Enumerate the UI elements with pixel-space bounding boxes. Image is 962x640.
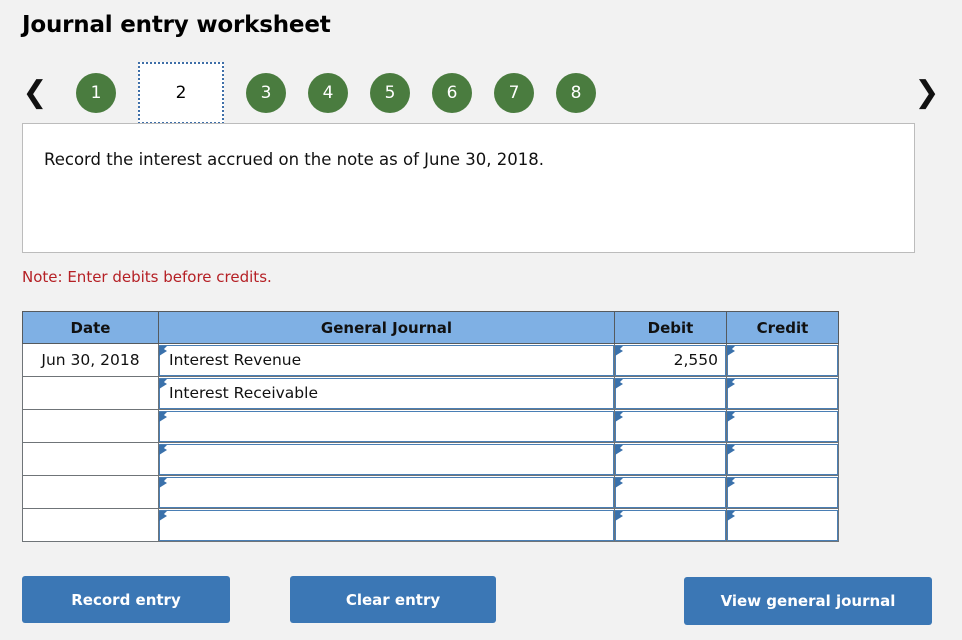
table-row [23,509,839,542]
debit-cell[interactable] [615,443,727,476]
worksheet-tab-6[interactable]: 6 [432,73,472,113]
date-cell[interactable] [23,509,159,542]
table-row [23,410,839,443]
date-cell[interactable] [23,410,159,443]
worksheet-tab-8[interactable]: 8 [556,73,596,113]
cell-marker-icon [728,478,735,492]
cell-marker-icon [616,511,623,525]
page-title: Journal entry worksheet [22,12,331,38]
account-cell[interactable] [159,410,615,443]
chevron-right-icon[interactable]: ❯ [910,69,944,117]
account-cell[interactable]: Interest Receivable [159,377,615,410]
chevron-left-icon[interactable]: ❮ [18,69,52,117]
cell-marker-icon [728,412,735,426]
cell-marker-icon [728,511,735,525]
debit-cell[interactable] [615,377,727,410]
column-header-general-journal: General Journal [159,312,615,344]
cell-marker-icon [160,445,167,459]
account-cell[interactable] [159,509,615,542]
worksheet-tab-5[interactable]: 5 [370,73,410,113]
cell-marker-icon [616,478,623,492]
cell-marker-icon [160,478,167,492]
debits-before-credits-note: Note: Enter debits before credits. [22,268,272,286]
worksheet-pager: ❮ 1 2 3 4 5 6 7 8 ❯ [18,62,944,124]
date-cell[interactable] [23,377,159,410]
cell-marker-icon [728,346,735,360]
record-entry-button[interactable]: Record entry [22,576,230,623]
worksheet-tab-list: 1 2 3 4 5 6 7 8 [76,62,596,124]
credit-cell[interactable] [727,509,839,542]
clear-entry-button[interactable]: Clear entry [290,576,496,623]
account-cell[interactable] [159,443,615,476]
date-cell[interactable] [23,476,159,509]
account-value: Interest Revenue [160,351,613,369]
worksheet-tab-7[interactable]: 7 [494,73,534,113]
account-cell[interactable] [159,476,615,509]
worksheet-tab-3[interactable]: 3 [246,73,286,113]
instruction-box: Record the interest accrued on the note … [22,123,915,253]
table-row: Jun 30, 2018 Interest Revenue 2,550 [23,344,839,377]
debit-cell[interactable] [615,410,727,443]
cell-marker-icon [616,346,623,360]
credit-cell[interactable] [727,410,839,443]
journal-entry-worksheet-page: Journal entry worksheet ❮ 1 2 3 4 5 6 7 … [0,0,962,640]
cell-marker-icon [728,445,735,459]
cell-marker-icon [160,379,167,393]
credit-cell[interactable] [727,344,839,377]
debit-cell[interactable] [615,476,727,509]
cell-marker-icon [728,379,735,393]
credit-cell[interactable] [727,443,839,476]
column-header-credit: Credit [727,312,839,344]
cell-marker-icon [616,445,623,459]
instruction-text: Record the interest accrued on the note … [44,150,544,169]
cell-marker-icon [160,511,167,525]
column-header-debit: Debit [615,312,727,344]
debit-value: 2,550 [616,351,725,369]
worksheet-tab-1[interactable]: 1 [76,73,116,113]
debit-cell[interactable] [615,509,727,542]
view-general-journal-button[interactable]: View general journal [684,577,932,625]
table-header-row: Date General Journal Debit Credit [23,312,839,344]
account-cell[interactable]: Interest Revenue [159,344,615,377]
table-row [23,476,839,509]
worksheet-tab-2[interactable]: 2 [138,62,224,124]
credit-cell[interactable] [727,476,839,509]
table-row [23,443,839,476]
credit-cell[interactable] [727,377,839,410]
table-row: Interest Receivable [23,377,839,410]
column-header-date: Date [23,312,159,344]
worksheet-tab-4[interactable]: 4 [308,73,348,113]
cell-marker-icon [616,412,623,426]
cell-marker-icon [160,346,167,360]
date-cell[interactable]: Jun 30, 2018 [23,344,159,377]
debit-cell[interactable]: 2,550 [615,344,727,377]
cell-marker-icon [160,412,167,426]
date-cell[interactable] [23,443,159,476]
cell-marker-icon [616,379,623,393]
journal-entry-table: Date General Journal Debit Credit Jun 30… [22,311,839,542]
account-value: Interest Receivable [160,384,613,402]
